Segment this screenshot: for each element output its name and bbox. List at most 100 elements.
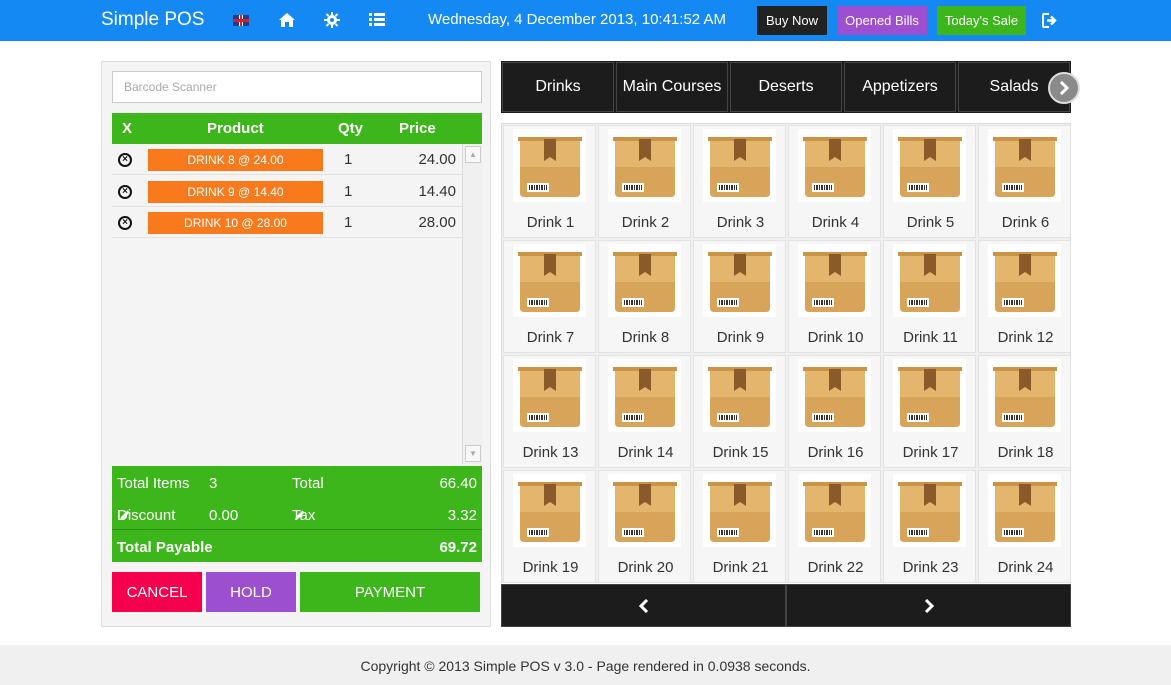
barcode-scanner-input[interactable] [112,71,482,103]
logout-icon[interactable] [1040,10,1060,30]
product-grid: Drink 1 Drink 2 Drink 3 Drink 4 Drink 5 Drink… [501,123,1071,583]
product-item[interactable]: Drink 18 [978,355,1071,468]
todays-sale-button[interactable]: Today's Sale [937,6,1026,35]
product-box-icon [893,129,966,202]
order-item-qty[interactable]: 1 [344,183,352,200]
order-item-product-button[interactable]: DRINK 10 @ 28.00 [148,212,323,234]
home-icon[interactable] [277,10,297,30]
product-box-icon [608,474,681,547]
product-item[interactable]: Drink 24 [978,470,1071,583]
product-box-icon [608,244,681,317]
product-item[interactable]: Drink 2 [598,125,691,238]
current-datetime: Wednesday, 4 December 2013, 10:41:52 AM [428,11,726,28]
product-box-icon [703,129,776,202]
order-totals: Total Items 3 Total 66.40 Discount 0.00 … [112,466,482,562]
products-next-button[interactable] [786,584,1071,627]
product-item[interactable]: Drink 3 [693,125,786,238]
product-item[interactable]: Drink 10 [788,240,881,353]
cancel-button[interactable]: CANCEL [112,572,202,612]
product-label: Drink 10 [807,329,864,346]
product-box-icon [988,244,1061,317]
product-item[interactable]: Drink 19 [503,470,596,583]
list-icon[interactable] [367,10,387,30]
tax-value: 3.32 [447,507,477,524]
total-items-label: Total Items [117,475,190,492]
buy-now-button[interactable]: Buy Now [757,6,827,35]
product-item[interactable]: Drink 5 [883,125,976,238]
order-list-scrollbar[interactable]: ▲ ▼ [462,144,482,464]
payment-button[interactable]: PAYMENT [300,572,480,612]
order-item-price: 28.00 [418,214,456,231]
remove-item-icon[interactable]: × [118,153,132,167]
product-box-icon [988,129,1061,202]
hold-button[interactable]: HOLD [206,572,296,612]
header-remove: X [122,120,133,137]
product-box-icon [608,359,681,432]
product-item[interactable]: Drink 20 [598,470,691,583]
product-item[interactable]: Drink 8 [598,240,691,353]
product-item[interactable]: Drink 21 [693,470,786,583]
scroll-up-icon[interactable]: ▲ [465,146,481,163]
category-tabs: Drinks Main Courses Deserts Appetizers S… [501,61,1071,113]
product-box-icon [703,359,776,432]
order-item-product-button[interactable]: DRINK 9 @ 14.40 [148,181,323,203]
product-box-icon [988,474,1061,547]
product-label: Drink 24 [997,559,1054,576]
order-item-qty[interactable]: 1 [344,151,352,168]
product-item[interactable]: Drink 1 [503,125,596,238]
product-item[interactable]: Drink 15 [693,355,786,468]
tab-appetizers[interactable]: Appetizers [844,62,956,112]
product-box-icon [513,474,586,547]
remove-item-icon[interactable]: × [118,185,132,199]
product-label: Drink 12 [997,329,1054,346]
product-item[interactable]: Drink 7 [503,240,596,353]
tab-main-courses[interactable]: Main Courses [616,62,728,112]
product-label: Drink 1 [526,214,575,231]
scroll-down-icon[interactable]: ▼ [465,445,481,462]
product-box-icon [893,359,966,432]
order-items-list: × DRINK 8 @ 24.00 1 24.00 × DRINK 9 @ 14… [112,144,462,464]
total-value: 66.40 [439,475,477,492]
product-box-icon [513,129,586,202]
tab-deserts[interactable]: Deserts [730,62,842,112]
product-box-icon [798,129,871,202]
product-item[interactable]: Drink 14 [598,355,691,468]
category-next-icon[interactable] [1048,72,1080,104]
opened-bills-button[interactable]: Opened Bills [837,6,927,35]
brand-logo[interactable]: Simple POS [101,9,204,31]
page-footer: Copyright © 2013 Simple POS v 3.0 - Page… [0,645,1171,685]
product-label: Drink 6 [1001,214,1050,231]
product-item[interactable]: Drink 13 [503,355,596,468]
product-item[interactable]: Drink 11 [883,240,976,353]
product-item[interactable]: Drink 4 [788,125,881,238]
table-row: × DRINK 8 @ 24.00 1 24.00 [112,144,462,175]
uk-flag-icon[interactable] [233,15,249,26]
order-item-product-button[interactable]: DRINK 8 @ 24.00 [148,149,323,171]
chevron-left-icon [638,598,648,613]
product-box-icon [703,244,776,317]
product-item[interactable]: Drink 12 [978,240,1071,353]
product-box-icon [608,129,681,202]
tab-drinks[interactable]: Drinks [502,62,614,112]
order-item-price: 14.40 [418,183,456,200]
product-item[interactable]: Drink 22 [788,470,881,583]
product-item[interactable]: Drink 16 [788,355,881,468]
discount-edit[interactable]: Discount [117,507,175,524]
product-item[interactable]: Drink 23 [883,470,976,583]
product-item[interactable]: Drink 9 [693,240,786,353]
product-item[interactable]: Drink 17 [883,355,976,468]
total-items-value: 3 [209,475,218,492]
product-label: Drink 13 [522,444,579,461]
product-label: Drink 23 [902,559,959,576]
order-item-qty[interactable]: 1 [344,214,352,231]
product-box-icon [703,474,776,547]
order-item-price: 24.00 [418,151,456,168]
product-box-icon [988,359,1061,432]
product-item[interactable]: Drink 6 [978,125,1071,238]
products-prev-button[interactable] [501,584,786,627]
product-label: Drink 5 [906,214,955,231]
remove-item-icon[interactable]: × [118,216,132,230]
tax-edit[interactable]: Tax [292,507,315,524]
gear-icon[interactable] [322,10,342,30]
product-label: Drink 17 [902,444,959,461]
